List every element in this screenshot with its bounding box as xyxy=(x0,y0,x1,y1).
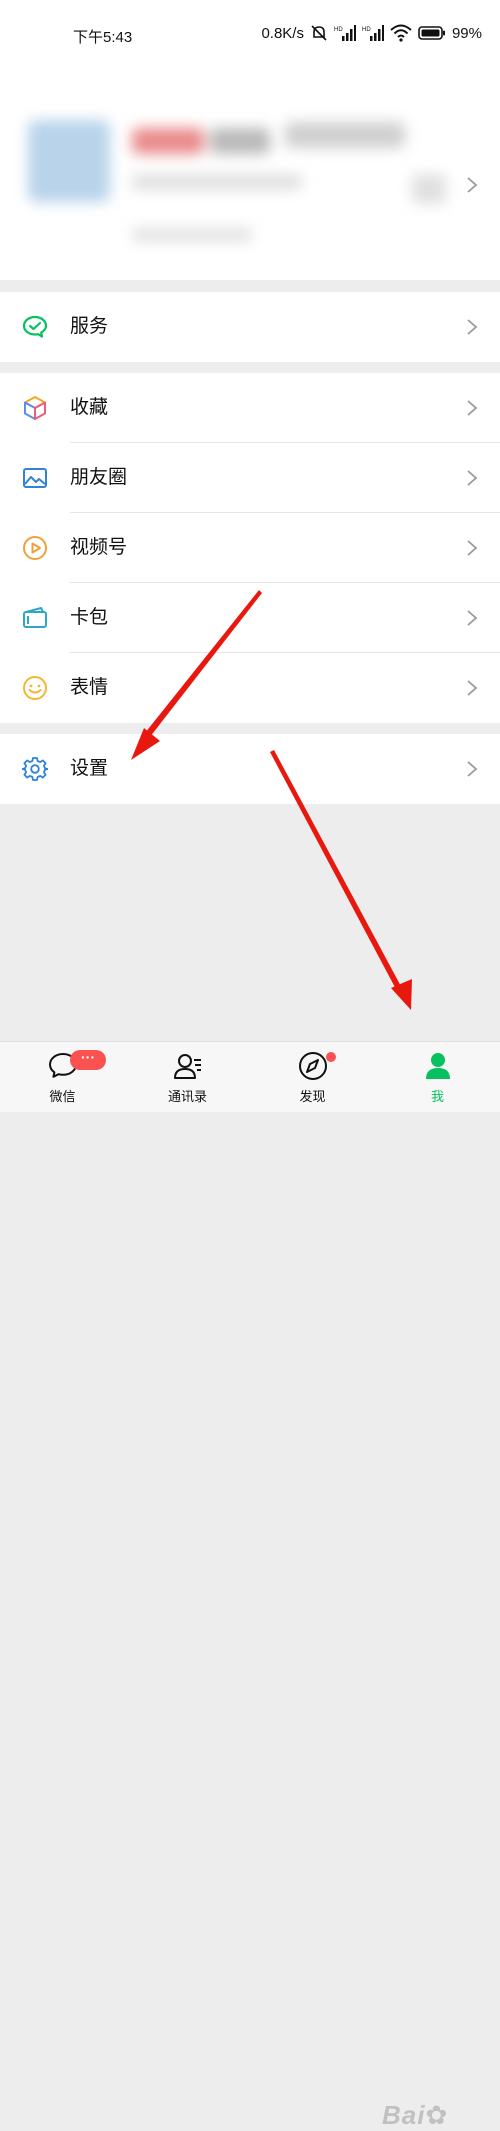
tab-label: 我 xyxy=(430,1089,444,1104)
unread-badge: ··· xyxy=(70,1050,106,1070)
blurred-wechat-id xyxy=(132,175,302,189)
profile-blurred-content xyxy=(0,70,500,280)
tab-me[interactable]: 我 xyxy=(375,1042,500,1112)
tab-chats[interactable]: ··· 微信 xyxy=(0,1042,125,1112)
menu-item-label: 表情 xyxy=(70,677,109,698)
sticker-smile-icon xyxy=(23,676,47,700)
status-bar: 下午5:43 0.8K/s HD HD 99% xyxy=(0,0,500,70)
chevron-right-icon xyxy=(467,400,478,416)
mute-bell-icon xyxy=(311,25,327,41)
compass-icon xyxy=(299,1052,327,1080)
menu-item-card-wallet[interactable]: 卡包 xyxy=(0,583,500,653)
gear-icon xyxy=(22,757,48,781)
blurred-nickname-part xyxy=(132,128,204,154)
channels-play-icon xyxy=(23,536,47,560)
chevron-right-icon xyxy=(467,470,478,486)
svg-text:HD: HD xyxy=(334,27,343,33)
chevron-right-icon xyxy=(467,177,478,193)
blurred-nickname-part xyxy=(285,122,405,148)
signal-hd-2-icon: HD xyxy=(362,25,384,41)
baidu-watermark: Bai✿ xyxy=(382,2100,449,2130)
chevron-right-icon xyxy=(467,319,478,335)
favorites-cube-icon xyxy=(24,396,46,420)
avatar xyxy=(28,120,110,202)
battery-percent: 99% xyxy=(451,24,482,42)
contacts-icon xyxy=(174,1054,201,1079)
tab-contacts[interactable]: 通讯录 xyxy=(125,1042,250,1112)
wifi-icon xyxy=(390,24,412,42)
menu-item-services[interactable]: 服务 xyxy=(0,292,500,362)
signal-hd-1-icon: HD xyxy=(334,25,356,41)
menu-item-favorites[interactable]: 收藏 xyxy=(0,373,500,443)
battery-icon xyxy=(418,26,445,40)
chevron-right-icon xyxy=(467,610,478,626)
menu-item-settings[interactable]: 设置 xyxy=(0,734,500,804)
new-dot-badge xyxy=(326,1052,336,1062)
svg-text:HD: HD xyxy=(362,27,371,33)
blurred-status xyxy=(132,228,252,242)
menu-item-label: 视频号 xyxy=(70,537,128,558)
menu-group-settings: 设置 xyxy=(0,734,500,804)
tab-discover[interactable]: 发现 xyxy=(250,1042,375,1112)
menu-item-label: 服务 xyxy=(70,316,109,337)
menu-item-stickers[interactable]: 表情 xyxy=(0,653,500,723)
blurred-nickname-part xyxy=(210,128,270,154)
menu-item-channels[interactable]: 视频号 xyxy=(0,513,500,583)
menu-item-label: 收藏 xyxy=(70,397,109,418)
menu-item-label: 卡包 xyxy=(70,607,109,628)
bottom-tab-bar: ··· 微信 通讯录 发现 我 Bai✿ xyxy=(0,1041,500,2130)
menu-item-moments[interactable]: 朋友圈 xyxy=(0,443,500,513)
tab-label: 微信 xyxy=(49,1089,76,1104)
network-speed: 0.8K/s xyxy=(261,24,304,42)
tab-label: 发现 xyxy=(299,1089,326,1104)
chevron-right-icon xyxy=(467,761,478,777)
menu-group-main: 收藏 朋友圈 视频号 卡包 表情 xyxy=(0,373,500,723)
moments-image-icon xyxy=(23,468,47,488)
profile-header[interactable] xyxy=(0,70,500,280)
card-wallet-icon xyxy=(23,607,47,628)
status-right: 0.8K/s HD HD 99% xyxy=(261,24,482,42)
qr-code-icon xyxy=(412,174,446,204)
menu-group-services: 服务 xyxy=(0,292,500,362)
wechat-pay-icon xyxy=(22,315,48,338)
chevron-right-icon xyxy=(467,540,478,556)
me-icon xyxy=(426,1053,450,1079)
tab-label: 通讯录 xyxy=(167,1089,207,1104)
chevron-right-icon xyxy=(467,680,478,696)
status-time: 下午5:43 xyxy=(73,29,133,46)
menu-item-label: 设置 xyxy=(70,758,109,779)
menu-item-label: 朋友圈 xyxy=(70,467,128,488)
